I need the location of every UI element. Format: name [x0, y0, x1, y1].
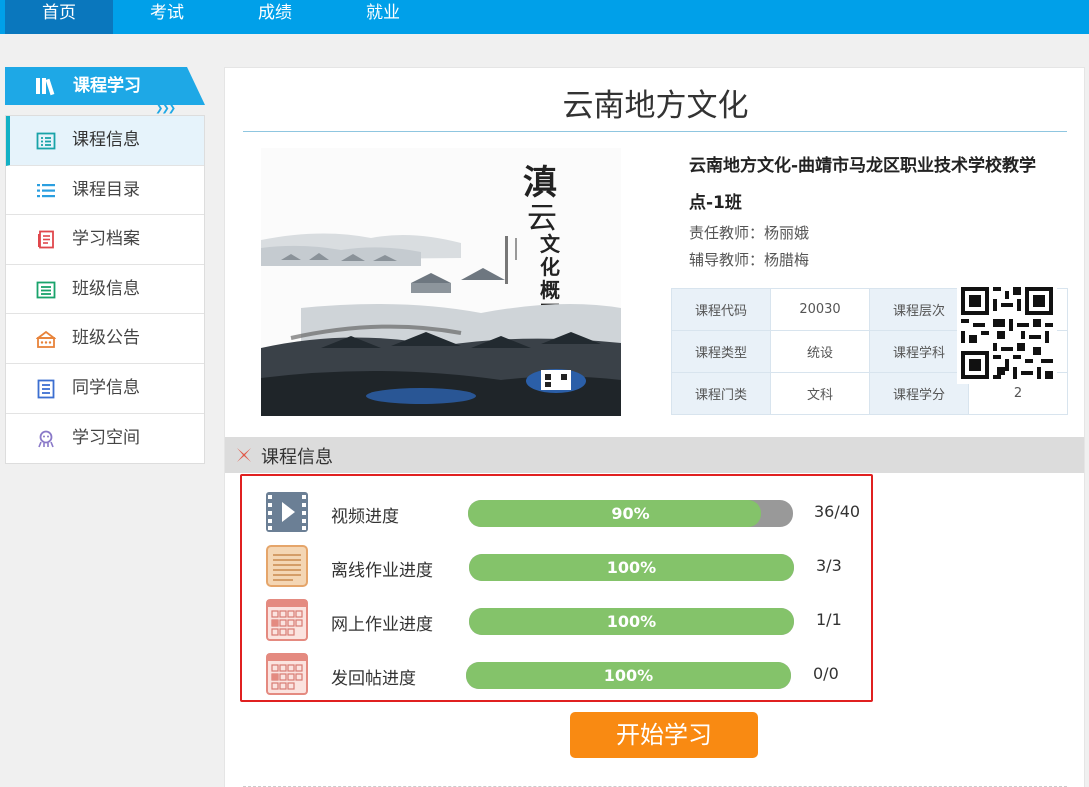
classmates-icon — [37, 379, 55, 399]
video-icon — [266, 492, 308, 532]
sidebar-item-announcement[interactable]: 班级公告 — [6, 314, 204, 364]
cover-title-char: 云 — [527, 201, 557, 236]
table-key: 课程学分 — [869, 372, 969, 415]
sidebar-item-label: 课程信息 — [72, 130, 140, 150]
progress-count: 0/0 — [813, 664, 839, 683]
table-key: 课程门类 — [671, 372, 771, 415]
table-value: 文科 — [770, 372, 870, 415]
chevron-right-icon: ❯❯❯ — [155, 103, 176, 114]
table-value: 统设 — [770, 330, 870, 373]
nav-employment[interactable]: 就业 — [329, 0, 437, 34]
progress-bar: 100% — [469, 608, 794, 635]
page-title: 云南地方文化 — [562, 88, 749, 124]
sidebar-item-label: 同学信息 — [72, 377, 140, 398]
sidebar-item-label: 课程目录 — [72, 179, 140, 200]
sidebar-header: 课程学习 — [5, 67, 205, 105]
progress-row-offline-homework: 离线作业进度 100% 3/3 — [242, 543, 875, 591]
progress-row-online-homework: 网上作业进度 100% 1/1 — [242, 597, 875, 645]
progress-label: 离线作业进度 — [331, 561, 433, 581]
course-cover-image: 滇 云 文 化 概 要 — [261, 148, 621, 416]
progress-row-video: 视频进度 90% 36/40 — [242, 489, 875, 537]
list-icon — [36, 132, 56, 150]
table-value: 20030 — [770, 288, 870, 331]
table-key: 课程学科 — [869, 330, 969, 373]
sidebar-item-class-info[interactable]: 班级信息 — [6, 265, 204, 315]
progress-count: 3/3 — [816, 556, 842, 575]
progress-row-posts: 发回帖进度 100% 0/0 — [242, 651, 875, 699]
section-header: 课程信息 — [225, 437, 1084, 473]
progress-label: 网上作业进度 — [331, 615, 433, 635]
progress-percent: 90% — [611, 504, 650, 523]
books-icon — [36, 78, 55, 96]
head-teacher: 责任教师：杨丽娥 — [689, 224, 810, 242]
document-icon — [266, 545, 308, 587]
study-space-icon — [38, 430, 54, 447]
announcement-icon — [36, 331, 56, 349]
progress-count: 36/40 — [814, 502, 861, 521]
table-key: 课程代码 — [671, 288, 771, 331]
progress-percent: 100% — [606, 612, 657, 631]
sidebar-item-catalog[interactable]: 课程目录 — [6, 166, 204, 216]
section-title: 课程信息 — [261, 447, 333, 468]
archive-icon — [38, 230, 54, 249]
sidebar-menu: 课程信息 课程目录 学习档案 班级信息 班级公告 同学信息 学习空间 — [5, 115, 205, 465]
qr-code-icon — [957, 283, 1057, 383]
table-key: 课程类型 — [671, 330, 771, 373]
course-panel: 云南地方文化 滇 云 文 化 概 要 — [224, 67, 1085, 787]
start-learning-button[interactable]: 开始学习 — [570, 712, 758, 758]
tutor: 辅导教师：杨腊梅 — [689, 251, 810, 269]
progress-percent: 100% — [603, 666, 654, 685]
progress-bar: 100% — [466, 662, 791, 689]
progress-panel: 视频进度 90% 36/40 离线作业进度 100% 3/3 网上作业进度 10… — [240, 474, 873, 702]
sidebar-item-study-space[interactable]: 学习空间 — [6, 414, 204, 464]
cover-title-char: 滇 — [523, 163, 557, 203]
sidebar: 课程学习 课程信息 课程目录 学习档案 班级信息 班级公告 同学信息 学习空间 — [5, 67, 205, 465]
cover-title-char: 化 — [540, 255, 560, 279]
nav-grades[interactable]: 成绩 — [221, 0, 329, 34]
progress-count: 1/1 — [816, 610, 842, 629]
calendar-icon — [266, 599, 308, 641]
sidebar-item-archive[interactable]: 学习档案 — [6, 215, 204, 265]
sidebar-item-label: 学习档案 — [72, 229, 140, 250]
sidebar-header-label: 课程学习 — [73, 76, 141, 96]
calendar-icon — [266, 653, 308, 695]
sidebar-item-label: 班级信息 — [72, 278, 140, 299]
title-divider — [243, 131, 1067, 132]
class-info-icon — [36, 281, 56, 299]
table-key: 课程层次 — [869, 288, 969, 331]
qr-code — [957, 282, 1057, 384]
cover-illustration: 滇 云 文 化 概 要 — [261, 148, 621, 416]
progress-percent: 100% — [606, 558, 657, 577]
sidebar-item-classmates[interactable]: 同学信息 — [6, 364, 204, 414]
progress-bar: 90% — [468, 500, 793, 527]
nav-exam[interactable]: 考试 — [113, 0, 221, 34]
cover-title-char: 概 — [540, 278, 560, 302]
cross-icon — [237, 448, 251, 462]
cover-title-char: 文 — [540, 232, 561, 256]
nav-home[interactable]: 首页 — [5, 0, 113, 34]
sidebar-item-course-info[interactable]: 课程信息 — [6, 116, 204, 166]
progress-label: 视频进度 — [331, 507, 399, 527]
top-nav: 首页 考试 成绩 就业 — [0, 0, 1089, 34]
progress-label: 发回帖进度 — [331, 669, 416, 689]
progress-bar: 100% — [469, 554, 794, 581]
course-full-name: 云南地方文化-曲靖市马龙区职业技术学校教学点-1班 — [689, 156, 1037, 213]
catalog-icon — [37, 183, 55, 197]
sidebar-item-label: 学习空间 — [72, 427, 140, 448]
sidebar-item-label: 班级公告 — [72, 328, 140, 349]
